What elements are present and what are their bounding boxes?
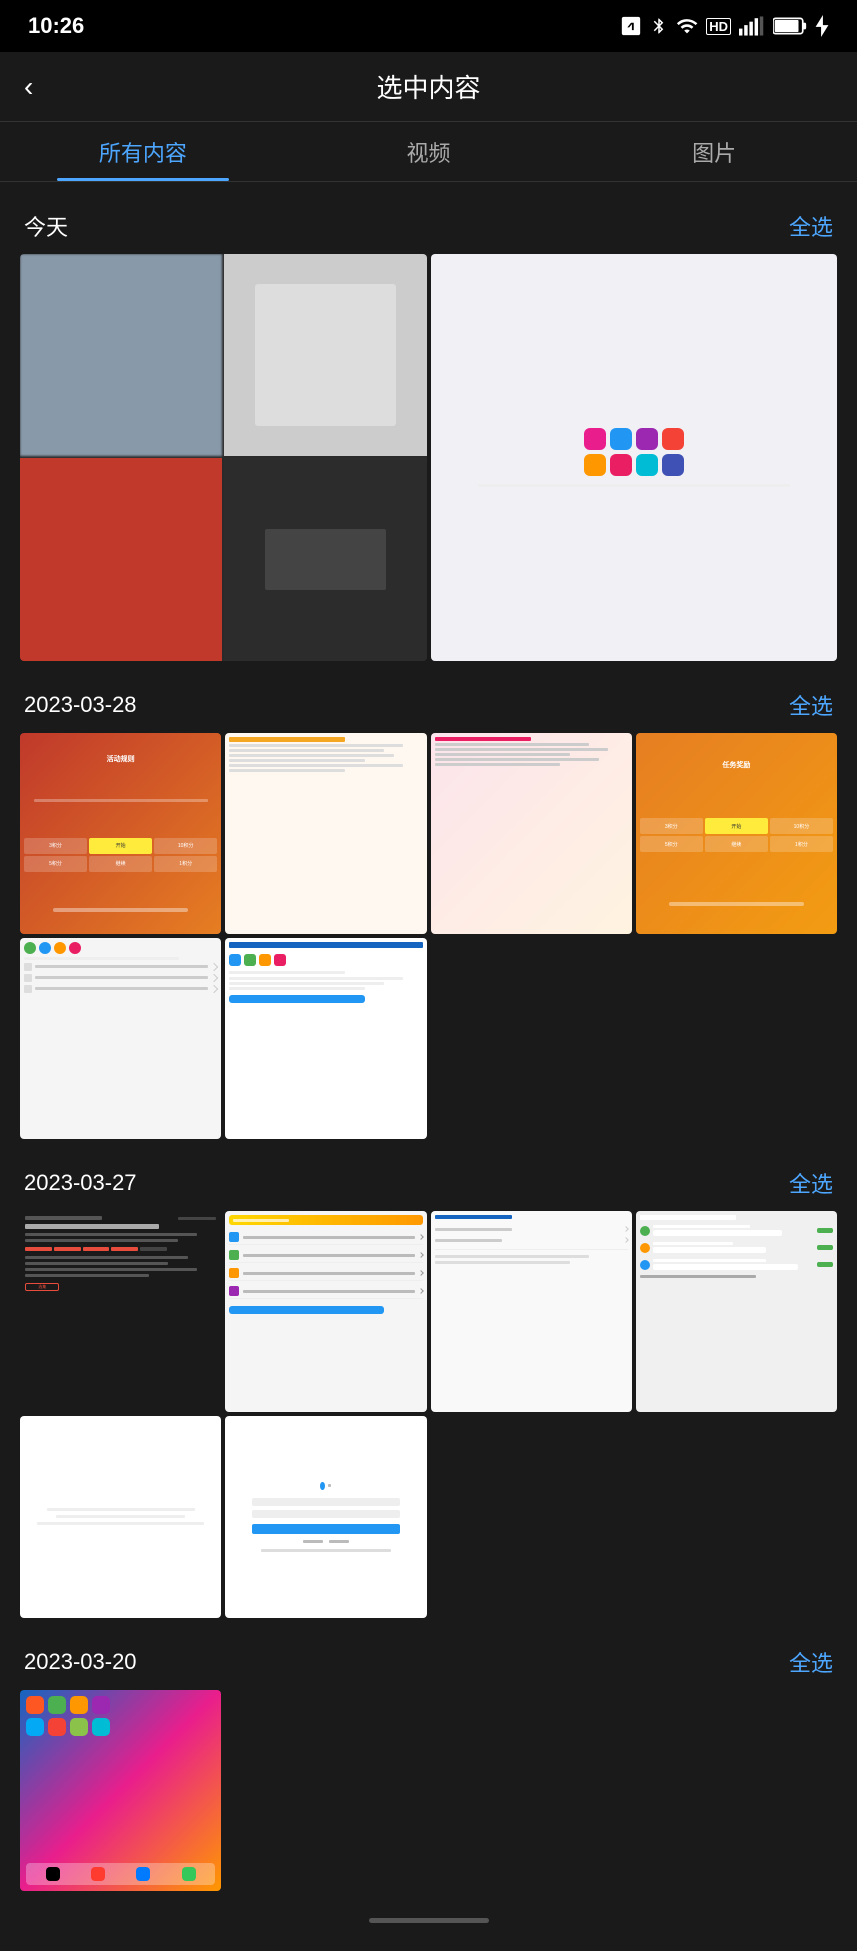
tab-video[interactable]: 视频	[286, 122, 572, 181]
hd-icon: HD	[706, 18, 731, 35]
media-item[interactable]: 任务奖励 3积分 开始 10积分 5积分 继续 1积分	[636, 733, 837, 934]
wifi-icon	[676, 15, 698, 37]
signal-icon	[739, 15, 765, 37]
media-grid-20230327: 选集	[20, 1211, 837, 1618]
tab-all[interactable]: 所有内容	[0, 122, 286, 181]
media-item[interactable]	[431, 254, 838, 661]
media-item[interactable]	[431, 1211, 632, 1412]
status-icons: HD	[620, 15, 829, 37]
section-today: 今天 全选	[0, 192, 857, 661]
tabs-container: 所有内容 视频 图片	[0, 122, 857, 182]
charging-icon	[815, 15, 829, 37]
section-20230328-header: 2023-03-28 全选	[20, 671, 837, 733]
section-2023-03-28: 2023-03-28 全选 活动规则 3积分 开始 10积分 5积分 继续 1积…	[0, 671, 857, 1140]
media-item[interactable]	[225, 938, 426, 1139]
section-20230327-date: 2023-03-27	[24, 1170, 137, 1196]
section-20230327-header: 2023-03-27 全选	[20, 1149, 837, 1211]
media-item[interactable]	[225, 1416, 426, 1617]
section-20230328-select-all[interactable]: 全选	[789, 689, 833, 721]
section-today-header: 今天 全选	[20, 192, 837, 254]
back-button[interactable]: ‹	[24, 71, 33, 103]
media-item[interactable]	[225, 733, 426, 934]
media-grid-20230320	[20, 1690, 837, 1891]
media-item[interactable]	[20, 254, 427, 661]
media-grid-20230328: 活动规则 3积分 开始 10积分 5积分 继续 1积分	[20, 733, 837, 1140]
media-item[interactable]	[20, 1690, 221, 1891]
status-time: 10:26	[28, 13, 84, 39]
media-item[interactable]	[225, 1211, 426, 1412]
section-today-date: 今天	[24, 210, 68, 242]
battery-icon	[773, 17, 807, 35]
section-20230320-header: 2023-03-20 全选	[20, 1628, 837, 1690]
media-item[interactable]	[20, 1416, 221, 1617]
media-item[interactable]: 选集	[20, 1211, 221, 1412]
nfc-icon	[620, 15, 642, 37]
section-2023-03-27: 2023-03-27 全选	[0, 1149, 857, 1618]
media-item[interactable]	[20, 938, 221, 1139]
page-header: ‹ 选中内容	[0, 52, 857, 122]
bluetooth-icon	[650, 15, 668, 37]
home-indicator	[369, 1918, 489, 1923]
section-20230320-date: 2023-03-20	[24, 1649, 137, 1675]
bottom-spacer	[0, 1891, 857, 1951]
media-item[interactable]: 活动规则 3积分 开始 10积分 5积分 继续 1积分	[20, 733, 221, 934]
media-item[interactable]	[636, 1211, 837, 1412]
section-20230320-select-all[interactable]: 全选	[789, 1646, 833, 1678]
tab-image[interactable]: 图片	[571, 122, 857, 181]
section-20230328-date: 2023-03-28	[24, 692, 137, 718]
media-item[interactable]	[431, 733, 632, 934]
section-today-select-all[interactable]: 全选	[789, 210, 833, 242]
today-grid	[20, 254, 837, 661]
page-title: 选中内容	[376, 68, 480, 105]
section-20230327-select-all[interactable]: 全选	[789, 1167, 833, 1199]
status-bar: 10:26 HD	[0, 0, 857, 52]
section-2023-03-20: 2023-03-20 全选	[0, 1628, 857, 1891]
